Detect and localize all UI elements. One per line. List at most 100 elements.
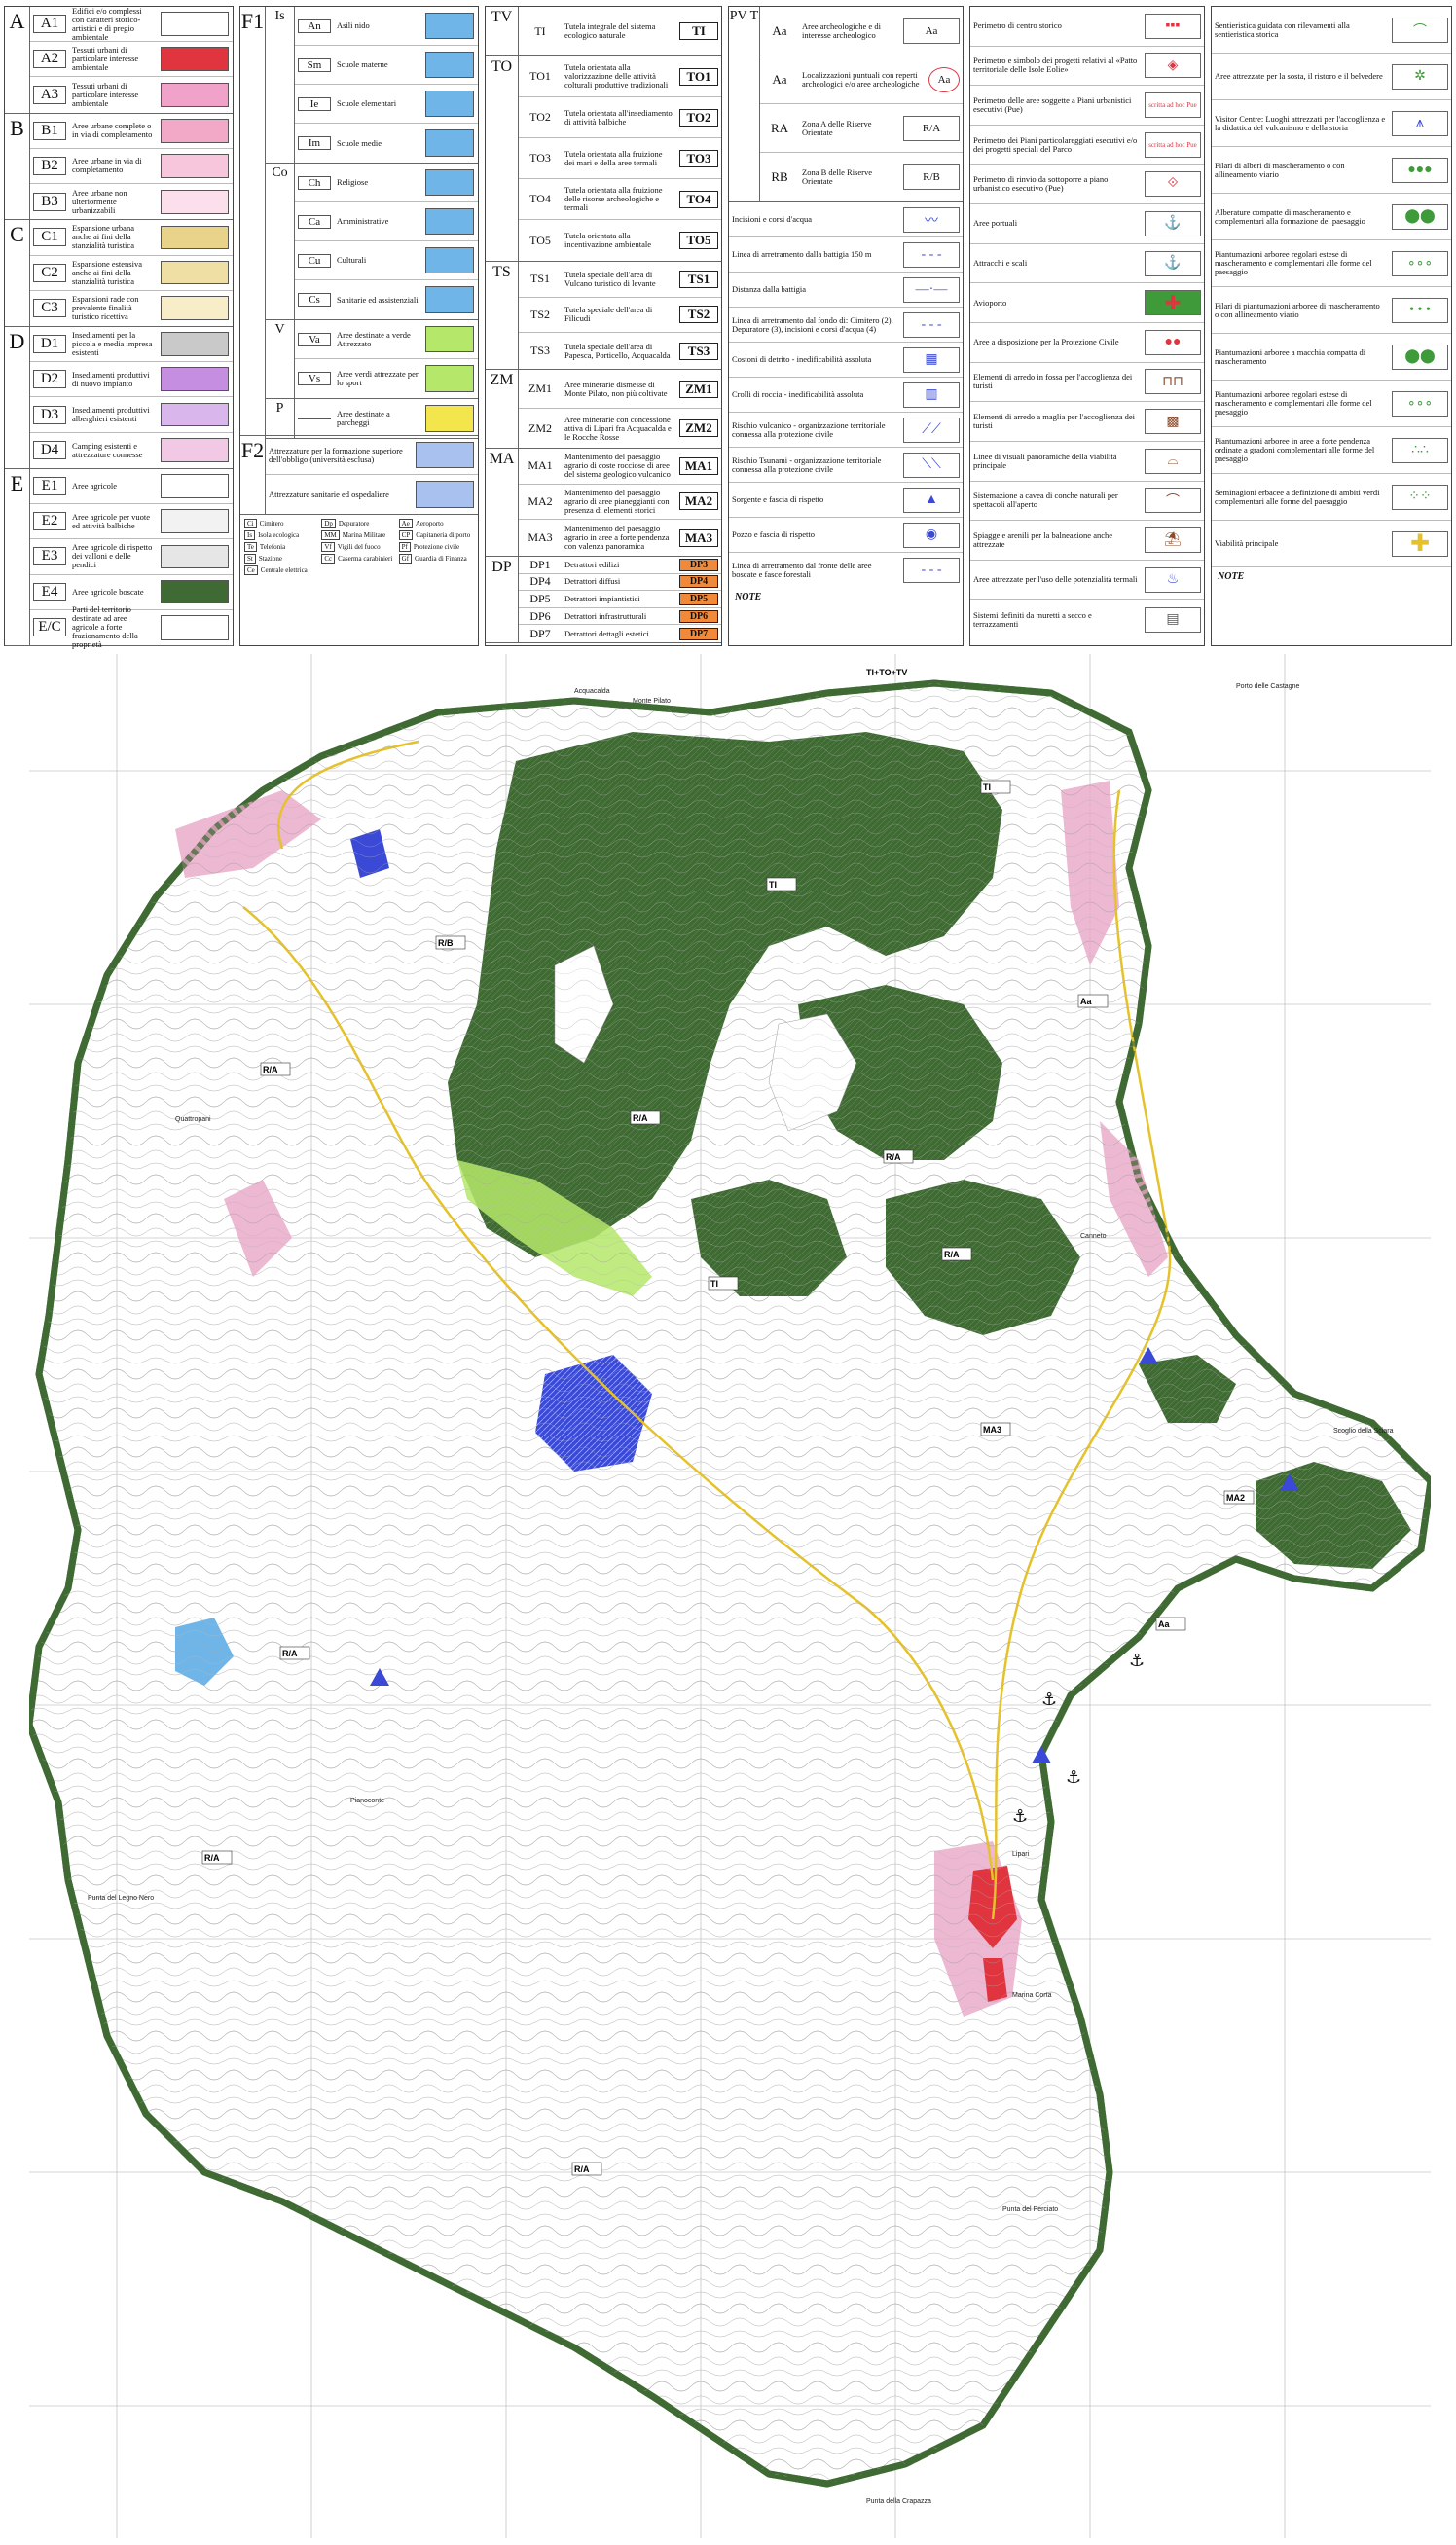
constraint-symbol: ◉	[903, 522, 960, 548]
group-letter: TV	[486, 7, 519, 55]
protection-box: ZM2	[679, 419, 718, 437]
zone-tag: MA3	[980, 1422, 1011, 1436]
landscape-symbol: • • •	[1392, 297, 1448, 323]
zone-code: E4	[33, 582, 66, 601]
legend-row: Distanza dalla battigia —·—	[729, 273, 963, 308]
protection-box: TS2	[679, 306, 718, 324]
infrastructure-code: Ci	[244, 519, 257, 528]
facility-code: Ca	[298, 214, 331, 229]
legend-row: Sistemi definiti da muretti a secco e te…	[970, 600, 1204, 639]
infrastructure-label: Aeroporto	[415, 520, 444, 527]
legend-panel-facilities: F1 Is An Asili nido Sm Scuole materne Ie Scuole…	[239, 6, 479, 646]
group-letter: TO	[486, 56, 519, 261]
protection-description: Mantenimento del paesaggio agrario di co…	[564, 452, 671, 480]
landscape-symbol: ∴∴	[1392, 437, 1448, 463]
zone-description: Edifici e/o complessi con caratteri stor…	[72, 5, 142, 42]
infrastructure-item: CP Capitaneria di porto	[398, 530, 474, 540]
legend-row: Linee di visuali panoramiche della viabi…	[970, 442, 1204, 482]
legend-row: Elementi di arredo in fossa per l'accogl…	[970, 363, 1204, 403]
zone-description: Espansione urbana anche ai fini della st…	[72, 223, 134, 251]
legend-row: DP4 Detrattori diffusi DP4	[519, 574, 721, 592]
group-rows: A1 Edifici e/o complessi con caratteri st…	[30, 5, 233, 113]
legend-row: Perimetro di centro storico ▪▪▪	[970, 7, 1204, 47]
zone-code: E1	[33, 476, 66, 495]
archaeology-code: Aa	[772, 22, 787, 38]
infrastructure-label: Caserma carabinieri	[338, 555, 393, 563]
zone-code: D3	[33, 405, 66, 424]
perimeter-description: Perimetro di centro storico	[973, 20, 1062, 31]
protection-code: TO1	[529, 69, 551, 83]
perimeter-description: Elementi di arredo a maglia per l'accogl…	[973, 412, 1136, 431]
perimeter-symbol: ⟐	[1145, 171, 1201, 198]
group-letter: TS	[486, 262, 519, 369]
perimeter-description: Perimetro delle aree soggette a Piani ur…	[973, 95, 1132, 115]
landscape-description: Piantumazioni arboree regolari estese di…	[1215, 389, 1372, 417]
infrastructure-code: St	[244, 554, 256, 564]
facility-code: An	[298, 18, 331, 33]
legend-group-e: E E1 Aree agricole E2 Aree agricole per vuot…	[5, 468, 233, 649]
legend-row: Alberature compatte di mascheramento e c…	[1212, 194, 1451, 240]
facility-description: Culturali	[337, 255, 367, 265]
landscape-description: Filari di piantumazioni arboree di masch…	[1215, 300, 1380, 319]
subgroup-letter: Is	[266, 7, 295, 163]
perimeter-description: Perimetro di rinvio da sottoporre a pian…	[973, 174, 1109, 194]
constraint-symbol: - - -	[903, 241, 960, 268]
perimeter-description: Spiagge e arenili per la balneazione anc…	[973, 529, 1113, 549]
legend-group-f2: F2 Attrezzature per la formazione superio…	[240, 436, 478, 515]
constraint-symbol: - - -	[903, 558, 960, 583]
perimeter-description: Aree a disposizione per la Protezione Ci…	[973, 337, 1119, 347]
zone-tag-label: TI	[983, 782, 991, 792]
legend-note: NOTE	[1218, 571, 1245, 582]
constraint-symbol: - - -	[903, 311, 960, 338]
zone-swatch	[161, 438, 229, 463]
protection-description: Tutela integrale del sistema ecologico n…	[564, 21, 656, 40]
zone-description: Aree agricole boscate	[72, 586, 144, 597]
protection-code: TI	[534, 23, 546, 38]
zone-tag: R/A	[941, 1247, 972, 1261]
infrastructure-code: Cc	[321, 554, 336, 564]
legend-row: A3 Tessuti urbani di particolare interess…	[30, 77, 233, 112]
infrastructure-label: Capitaneria di porto	[416, 531, 471, 539]
zone-swatch	[161, 154, 229, 178]
perimeter-symbol: scritta ad hoc Pue	[1145, 131, 1201, 158]
zone-swatch	[161, 225, 229, 250]
facility-swatch	[425, 90, 474, 118]
landscape-symbol: ⌒	[1392, 17, 1448, 43]
place-label: Lipari	[1012, 1851, 1030, 1858]
legend-row: Linea di arretramento dal fronte delle a…	[729, 553, 963, 588]
protection-code: ZM2	[528, 420, 552, 435]
infrastructure-item: Ae Aeroporto	[398, 519, 474, 528]
archaeology-description: Zona B delle Riserve Orientate	[802, 167, 872, 186]
subgroup-letter: P	[266, 399, 295, 438]
legend-row: Aree destinate a parcheggi	[295, 399, 478, 438]
legend-row: Sentieristica guidata con rilevamenti al…	[1212, 7, 1451, 54]
constraint-symbol: —·—	[903, 276, 960, 303]
legend-row: B1 Aree urbane complete o in via di compl…	[30, 114, 233, 149]
infrastructure-item: St Stazione	[244, 554, 319, 564]
zone-tag-label: MA3	[983, 1425, 1001, 1435]
zone-tag: R/A	[883, 1149, 914, 1164]
landscape-symbol: ⩚	[1392, 110, 1448, 136]
legend-subgroup: P Aree destinate a parcheggi	[266, 399, 478, 439]
infrastructure-item: Gf Guardia di Finanza	[398, 554, 474, 564]
zone-tag: TI	[766, 877, 797, 891]
constraint-description: Crolli di roccia - inedificabilità assol…	[732, 389, 864, 399]
legend-row: ZM2 Aree minerarie con concessione attiva…	[519, 409, 721, 448]
protection-box: DP6	[679, 609, 718, 623]
protection-code: TO4	[529, 192, 551, 205]
protection-description: Detrattori diffusi	[564, 576, 621, 587]
constraint-description: Linea di arretramento dal fronte delle a…	[732, 561, 872, 579]
group-letter: C	[5, 220, 30, 326]
landscape-description: Seminagioni erbacee a definizione di amb…	[1215, 487, 1380, 506]
zone-swatch	[161, 82, 229, 108]
facility-swatch	[425, 365, 474, 392]
zone-code: C3	[33, 299, 66, 318]
infrastructure-code: Is	[244, 530, 256, 540]
zone-code: C2	[33, 263, 66, 282]
perimeter-symbol: ⚓	[1145, 210, 1201, 236]
landscape-description: Filari di alberi di mascheramento o con …	[1215, 160, 1345, 179]
legend-row: D4 Camping esistenti e attrezzature conne…	[30, 433, 233, 468]
legend-row: Crolli di roccia - inedificabilità assol…	[729, 378, 963, 413]
landscape-description: Piantumazioni arboree a macchia compatta…	[1215, 346, 1366, 366]
legend-row: B2 Aree urbane in via di completamento	[30, 149, 233, 185]
